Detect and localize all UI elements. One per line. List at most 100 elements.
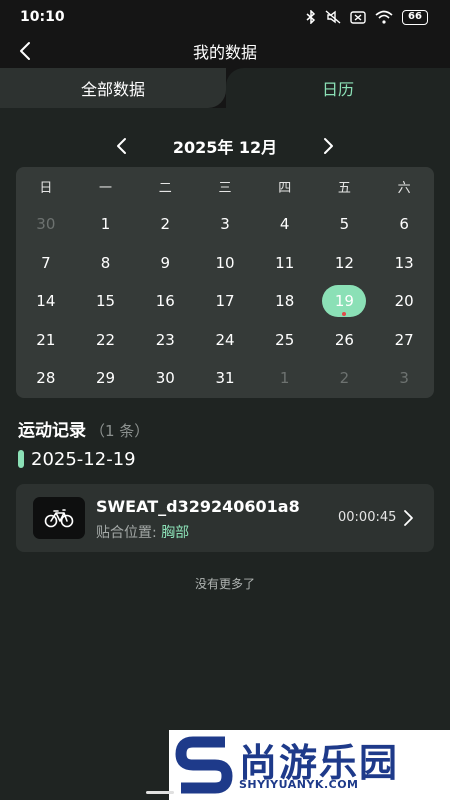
calendar-day[interactable]: 5 [315,205,375,244]
records-count: （1 条） [90,422,150,440]
chevron-right-icon [404,510,413,526]
calendar-day[interactable]: 6 [374,205,434,244]
mute-icon [325,10,341,24]
day-number: 30 [155,369,175,388]
calendar-day[interactable]: 2 [315,359,375,398]
sim-icon [350,10,366,24]
status-time: 10:10 [20,9,65,25]
calendar-day[interactable]: 23 [135,321,195,360]
tab-calendar[interactable]: 日历 [226,68,450,108]
calendar-day[interactable]: 14 [16,282,76,321]
calendar-day[interactable]: 10 [195,244,255,283]
day-number: 8 [100,253,111,272]
calendar-day[interactable]: 8 [76,244,136,283]
weekday-label: 五 [337,180,351,196]
page-title: 我的数据 [192,43,257,62]
status-icons: 66 [306,9,428,25]
calendar-day[interactable]: 12 [315,244,375,283]
position-label: 贴合位置: [96,525,157,541]
calendar-day-selected[interactable]: 19 [315,282,375,321]
calendar-day[interactable]: 3 [374,359,434,398]
calendar: 日一二三四五六 30 1 2 3 4 5 6 7 8 9 10 11 12 13 14 15 16 17 18 19 2… [16,167,434,398]
day-number: 3 [220,215,230,234]
record-name: SWEAT_d329240601a8 [96,497,300,516]
day-number: 4 [279,215,290,234]
tab-all-data[interactable]: 全部数据 [0,68,226,108]
calendar-day[interactable]: 31 [195,359,255,398]
tab-bar: 全部数据 日历 [0,68,450,108]
calendar-day[interactable]: 15 [76,282,136,321]
calendar-day[interactable]: 27 [374,321,434,360]
calendar-day[interactable]: 18 [255,282,315,321]
wifi-icon [375,10,393,24]
calendar-day[interactable]: 17 [195,282,255,321]
day-number: 14 [36,292,56,311]
record-duration: 00:00:45 [338,510,397,525]
watermark: 尚游乐园 SHYIYUANYK.COM [169,730,450,800]
calendar-day[interactable]: 9 [135,244,195,283]
calendar-day[interactable]: 30 [16,205,76,244]
weekday-label: 六 [397,180,411,196]
day-number: 11 [275,253,295,272]
weekday-label: 四 [278,180,292,196]
battery-icon: 66 [402,9,428,25]
record-position: 贴合位置: 胸部 [96,522,189,542]
calendar-day[interactable]: 20 [374,282,434,321]
calendar-day[interactable]: 22 [76,321,136,360]
back-icon[interactable] [14,38,38,64]
day-number: 7 [41,253,51,272]
day-number: 1 [279,369,290,388]
day-grid: 30 1 2 3 4 5 6 7 8 9 10 11 12 13 14 15 16 17 18 19 20 21 22 23 2… [16,205,434,398]
day-number: 21 [36,330,56,349]
weekday-label: 三 [218,180,232,196]
status-bar: 10:10 66 [0,0,450,34]
calendar-day[interactable]: 1 [76,205,136,244]
day-number: 2 [160,215,171,234]
bluetooth-icon [306,10,316,24]
home-indicator[interactable] [146,791,174,794]
records-title-text: 运动记录 [18,421,86,441]
day-number: 9 [160,253,171,272]
calendar-day[interactable]: 11 [255,244,315,283]
calendar-day[interactable]: 2 [135,205,195,244]
date-marker [18,450,24,468]
position-value: 胸部 [161,525,190,541]
next-month-icon[interactable] [318,136,338,156]
calendar-day[interactable]: 3 [195,205,255,244]
prev-month-icon[interactable] [112,136,132,156]
weekday-label: 二 [158,180,172,196]
day-number: 24 [215,330,235,349]
calendar-day[interactable]: 13 [374,244,434,283]
day-number: 3 [399,369,409,388]
calendar-day[interactable]: 29 [76,359,136,398]
nav-bar: 我的数据 [0,34,450,68]
calendar-day[interactable]: 1 [255,359,315,398]
day-number: 15 [96,292,116,311]
day-number: 1 [100,215,111,234]
calendar-day[interactable]: 21 [16,321,76,360]
day-number: 27 [394,330,414,349]
day-number: 29 [96,369,116,388]
calendar-day[interactable]: 7 [16,244,76,283]
day-number: 10 [215,253,235,272]
bicycle-icon [44,509,74,528]
calendar-day[interactable]: 26 [315,321,375,360]
watermark-logo-icon [175,736,233,794]
day-number: 18 [275,292,295,311]
day-number: 31 [215,369,235,388]
calendar-day[interactable]: 16 [135,282,195,321]
month-nav: 2025年 12月 [0,130,450,162]
calendar-day[interactable]: 24 [195,321,255,360]
day-number: 2 [339,369,350,388]
calendar-day[interactable]: 28 [16,359,76,398]
day-number: 30 [36,215,56,234]
record-date: 2025-12-19 [31,448,136,470]
day-number: 22 [96,330,116,349]
calendar-day[interactable]: 30 [135,359,195,398]
calendar-day[interactable]: 25 [255,321,315,360]
records-title: 运动记录 （1 条） [18,416,149,441]
weekday-header: 日一二三四五六 [16,167,434,205]
calendar-day[interactable]: 4 [255,205,315,244]
day-number: 16 [155,292,175,311]
record-card[interactable]: SWEAT_d329240601a8 贴合位置: 胸部 00:00:45 [16,484,434,552]
